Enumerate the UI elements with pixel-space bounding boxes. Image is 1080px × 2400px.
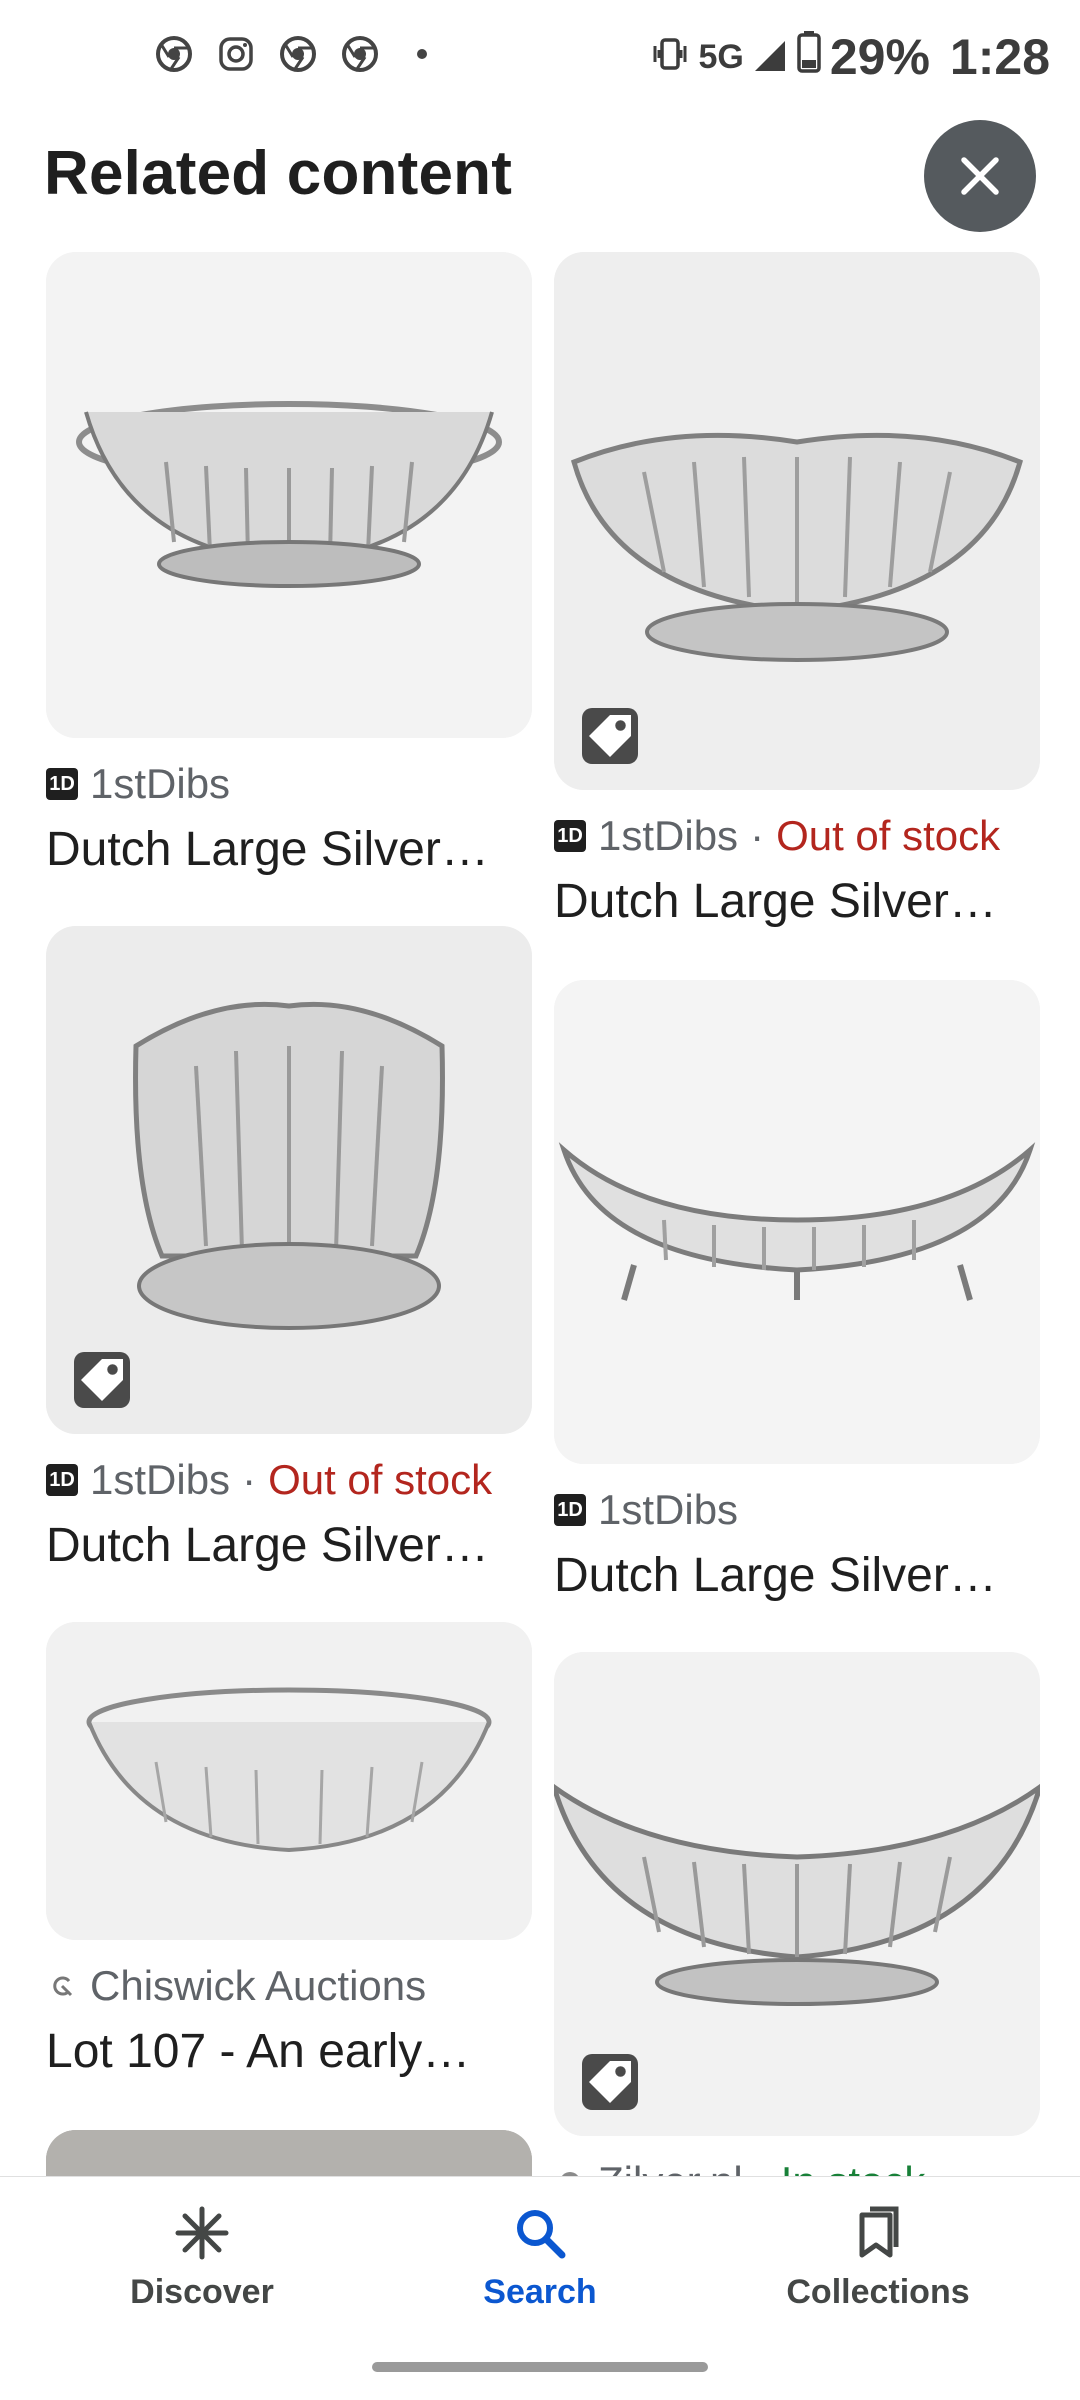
instagram-icon <box>218 36 254 72</box>
chrome-icon <box>156 36 192 72</box>
shopping-tag-badge <box>582 2054 638 2110</box>
source-row: 1D 1stDibs <box>46 760 532 808</box>
close-button[interactable] <box>924 120 1036 232</box>
1stdibs-favicon-icon: 1D <box>46 768 78 800</box>
shopping-tag-badge <box>582 708 638 764</box>
home-indicator[interactable] <box>372 2362 708 2372</box>
shopping-tag-badge <box>74 1352 130 1408</box>
1stdibs-favicon-icon: 1D <box>554 820 586 852</box>
clock: 1:28 <box>949 29 1050 85</box>
item-title[interactable]: Lot 107 - An early… <box>46 2024 532 2079</box>
battery-level: 29% <box>829 29 930 85</box>
separator: · <box>750 812 765 859</box>
stock-status: Out of stock <box>776 812 1001 859</box>
search-icon <box>508 2201 572 2265</box>
tag-icon <box>589 2061 631 2103</box>
item-title[interactable]: Dutch Large Silver… <box>46 822 532 877</box>
result-card[interactable]: 1D 1stDibs Dutch Large Silver… <box>46 252 532 877</box>
nav-discover[interactable]: Discover <box>72 2201 332 2312</box>
tag-icon <box>81 1359 123 1401</box>
signal-icon <box>752 28 788 86</box>
product-image[interactable] <box>46 926 532 1434</box>
tag-icon <box>589 715 631 757</box>
result-card[interactable]: Zilver.nl · In stock <box>554 1652 1040 2176</box>
item-title[interactable]: Dutch Large Silver… <box>554 1548 1040 1603</box>
product-image[interactable] <box>46 1622 532 1940</box>
product-image[interactable] <box>554 252 1040 790</box>
separator: · <box>242 1456 257 1503</box>
source-row: 1D 1stDibs · Out of stock <box>554 812 1040 860</box>
result-card[interactable]: 1D 1stDibs Dutch Large Silver… <box>554 980 1040 1603</box>
page-title: Related content <box>44 139 513 208</box>
product-image[interactable] <box>554 1652 1040 2136</box>
nav-search[interactable]: Search <box>410 2201 670 2312</box>
battery-icon <box>796 28 822 86</box>
item-title[interactable]: Dutch Large Silver… <box>46 1518 532 1573</box>
1stdibs-favicon-icon: 1D <box>46 1464 78 1496</box>
source-name: 1stDibs <box>598 1486 739 1533</box>
chrome-icon <box>280 36 316 72</box>
source-row: Zilver.nl · In stock <box>554 2158 1040 2176</box>
system-status: 5G 29% 1:28 <box>650 28 1050 86</box>
source-name: 1stDibs <box>598 812 739 859</box>
stock-status: In stock <box>781 2158 926 2176</box>
item-title[interactable]: Dutch Large Silver… <box>554 874 1040 929</box>
1stdibs-favicon-icon: 1D <box>554 1494 586 1526</box>
dot-icon <box>404 36 440 72</box>
network-type: 5G <box>698 37 744 76</box>
asterisk-icon <box>170 2201 234 2265</box>
source-name: Chiswick Auctions <box>90 1962 427 2009</box>
nav-label: Discover <box>130 2273 274 2311</box>
source-name: 1stDibs <box>90 760 231 807</box>
header: Related content <box>0 116 1080 236</box>
result-card[interactable]: 1D 1stDibs · Out of stock Dutch Large Si… <box>46 926 532 1573</box>
collections-icon <box>846 2201 910 2265</box>
source-row: 1D 1stDibs <box>554 1486 1040 1534</box>
nav-label: Collections <box>786 2273 970 2311</box>
product-image[interactable] <box>554 980 1040 1464</box>
chrome-icon <box>342 36 378 72</box>
notification-icons <box>156 36 440 72</box>
product-image[interactable] <box>46 252 532 738</box>
stock-status: Out of stock <box>268 1456 493 1503</box>
product-image[interactable] <box>46 2130 532 2176</box>
nav-label: Search <box>483 2273 597 2311</box>
results-grid: 1D 1stDibs Dutch Large Silver… 1D 1stDib… <box>0 252 1080 2176</box>
source-name: Zilver.nl <box>598 2158 743 2176</box>
source-row: 1D 1stDibs · Out of stock <box>46 1456 532 1504</box>
status-bar: 5G 29% 1:28 <box>0 0 1080 116</box>
auction-icon <box>46 1970 78 2002</box>
source-name: 1stDibs <box>90 1456 231 1503</box>
nav-collections[interactable]: Collections <box>748 2201 1008 2312</box>
vibrate-icon <box>650 28 690 86</box>
globe-icon <box>554 2166 586 2176</box>
result-card[interactable] <box>46 2130 532 2176</box>
result-card[interactable]: Chiswick Auctions Lot 107 - An early… <box>46 1622 532 2079</box>
separator: · <box>755 2158 769 2176</box>
close-icon <box>961 157 999 195</box>
source-row: Chiswick Auctions <box>46 1962 532 2010</box>
result-card[interactable]: 1D 1stDibs · Out of stock Dutch Large Si… <box>554 252 1040 929</box>
